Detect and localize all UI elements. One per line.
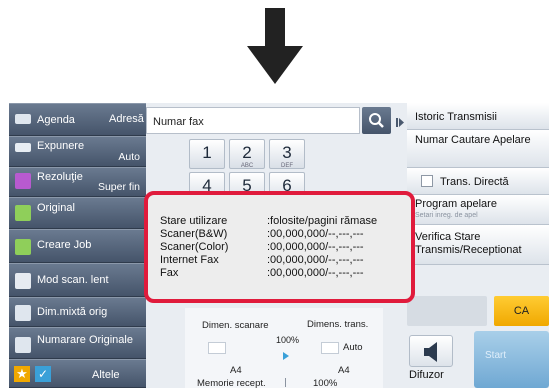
rezolutie-button[interactable]: Rezoluţie Super fin: [9, 167, 146, 197]
dim-mixta-button[interactable]: Dim.mixtă orig: [9, 297, 146, 327]
fax-panel: Agenda Adresă Numar fax Expunere Auto Re…: [9, 103, 549, 388]
auto-label: Auto: [343, 342, 363, 353]
scan-settings-area: Dimen. scanare Dimens. trans. 100% Auto …: [185, 308, 383, 388]
internet-fax-label: Internet Fax: [160, 254, 219, 266]
mod-scan-lent-button[interactable]: Mod scan. lent: [9, 263, 146, 297]
speaker-icon: [424, 342, 437, 362]
paper-right-icon: [321, 342, 339, 354]
numar-cautare-button[interactable]: Numar Cautare Apelare: [407, 130, 549, 168]
original-button[interactable]: Original: [9, 197, 146, 229]
dimens-trans-label: Dimens. trans.: [307, 319, 369, 330]
speaker-button[interactable]: [409, 335, 453, 367]
numeric-keypad: 1 2 ABC 3 DEF 4 5 6: [187, 139, 327, 202]
scanner-color-label: Scaner(Color): [160, 241, 229, 253]
ca-button[interactable]: CA: [494, 296, 549, 326]
creare-job-button[interactable]: Creare Job: [9, 229, 146, 263]
play-arrow-icon: [283, 352, 289, 360]
fax-number-input[interactable]: Numar fax: [146, 107, 360, 134]
disabled-button: [407, 296, 487, 326]
mixed-size-icon: [15, 305, 31, 321]
job-build-icon: [15, 239, 31, 255]
difuzor-label: Difuzor: [409, 369, 444, 381]
address-book-icon: [15, 114, 31, 124]
play-icon: [396, 118, 404, 127]
key-3[interactable]: 3 DEF: [269, 139, 305, 169]
original-doc-icon: [15, 205, 31, 221]
usage-status-popup: Stare utilizare :folosite/pagini rămase …: [144, 191, 415, 303]
address-label: Adresă: [109, 113, 144, 125]
usage-label: Stare utilizare: [160, 215, 228, 227]
a4-left-label: A4: [230, 365, 242, 376]
scanner-bw-label: Scaner(B&W): [160, 228, 228, 240]
memorie-label: Memorie recept.: [197, 378, 266, 388]
fax-value: :00,000,000/--,---,---: [267, 267, 364, 279]
fax-label: Fax: [160, 267, 179, 279]
star-icon: ★: [14, 366, 30, 382]
altele-button[interactable]: ★ ✓ Altele: [9, 359, 146, 388]
exposure-icon: [15, 143, 31, 152]
internet-fax-value: :00,000,000/--,---,---: [267, 254, 364, 266]
scanner-bw-value: :00,000,000/--,---,---: [267, 228, 364, 240]
checkbox-icon: [421, 175, 433, 187]
resolution-icon: [15, 173, 31, 189]
slow-scan-icon: [15, 273, 31, 289]
search-button[interactable]: [362, 107, 391, 134]
key-1[interactable]: 1: [189, 139, 225, 169]
usage-value: :folosite/pagini rămase: [267, 215, 378, 227]
numarare-originale-button[interactable]: Numarare Originale: [9, 327, 146, 359]
a4-right-label: A4: [338, 365, 350, 376]
scale-percent: 100%: [276, 335, 300, 345]
down-arrow-icon: [247, 8, 303, 84]
scanner-color-value: :00,000,000/--,---,---: [267, 241, 364, 253]
key-2[interactable]: 2 ABC: [229, 139, 265, 169]
memorie-value: 100%: [313, 378, 338, 388]
search-icon: [369, 113, 384, 128]
dimen-scanare-label: Dimen. scanare: [202, 320, 269, 331]
paper-left-icon: [208, 342, 226, 354]
separator: [285, 378, 286, 387]
expunere-button[interactable]: Expunere Auto: [9, 136, 146, 167]
start-label: Start: [485, 350, 507, 361]
istoric-transmisii-button[interactable]: Istoric Transmisii: [407, 103, 549, 130]
program-apelare-button[interactable]: Program apelare Setari inreg. de apel: [407, 195, 549, 225]
verifica-stare-button[interactable]: Verifica Stare Transmis/Receptionat: [407, 225, 549, 265]
count-originals-icon: [15, 337, 31, 353]
trans-directa-checkbox[interactable]: Trans. Directă: [407, 168, 549, 195]
checkmark-icon: ✓: [35, 366, 51, 382]
